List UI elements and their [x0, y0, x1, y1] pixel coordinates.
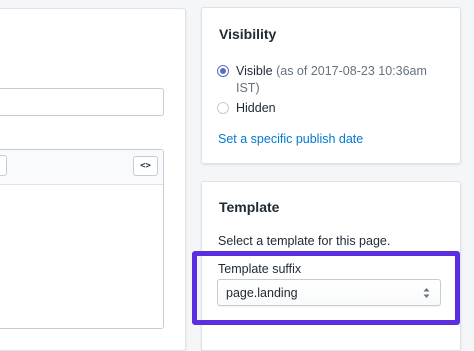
template-suffix-label: Template suffix: [218, 262, 302, 276]
content-editor[interactable]: <>: [0, 149, 164, 329]
template-description: Select a template for this page.: [218, 234, 391, 248]
html-toggle-button[interactable]: <>: [133, 156, 158, 176]
template-suffix-value: page.landing: [226, 285, 298, 300]
title-input[interactable]: [0, 88, 164, 116]
radio-hidden[interactable]: [217, 102, 229, 114]
publish-date-link[interactable]: Set a specific publish date: [218, 132, 363, 146]
visibility-option-hidden[interactable]: Hidden: [217, 100, 451, 117]
toolbar-format-button[interactable]: [0, 155, 7, 176]
editor-toolbar: <>: [0, 150, 163, 185]
template-title: Template: [219, 199, 280, 215]
visible-label-wrap: Visible (as of 2017-08-23 10:36am IST): [236, 63, 451, 97]
template-suffix-select[interactable]: page.landing: [217, 279, 441, 306]
hidden-label: Hidden: [236, 101, 276, 115]
visibility-option-visible[interactable]: Visible (as of 2017-08-23 10:36am IST): [217, 63, 451, 97]
visibility-card: Visibility Visible (as of 2017-08-23 10:…: [201, 7, 461, 164]
page-content-card: <>: [0, 8, 186, 351]
visible-label: Visible: [236, 64, 273, 78]
visibility-title: Visibility: [219, 26, 277, 42]
radio-visible[interactable]: [217, 65, 229, 77]
select-arrows-icon: [423, 288, 430, 298]
